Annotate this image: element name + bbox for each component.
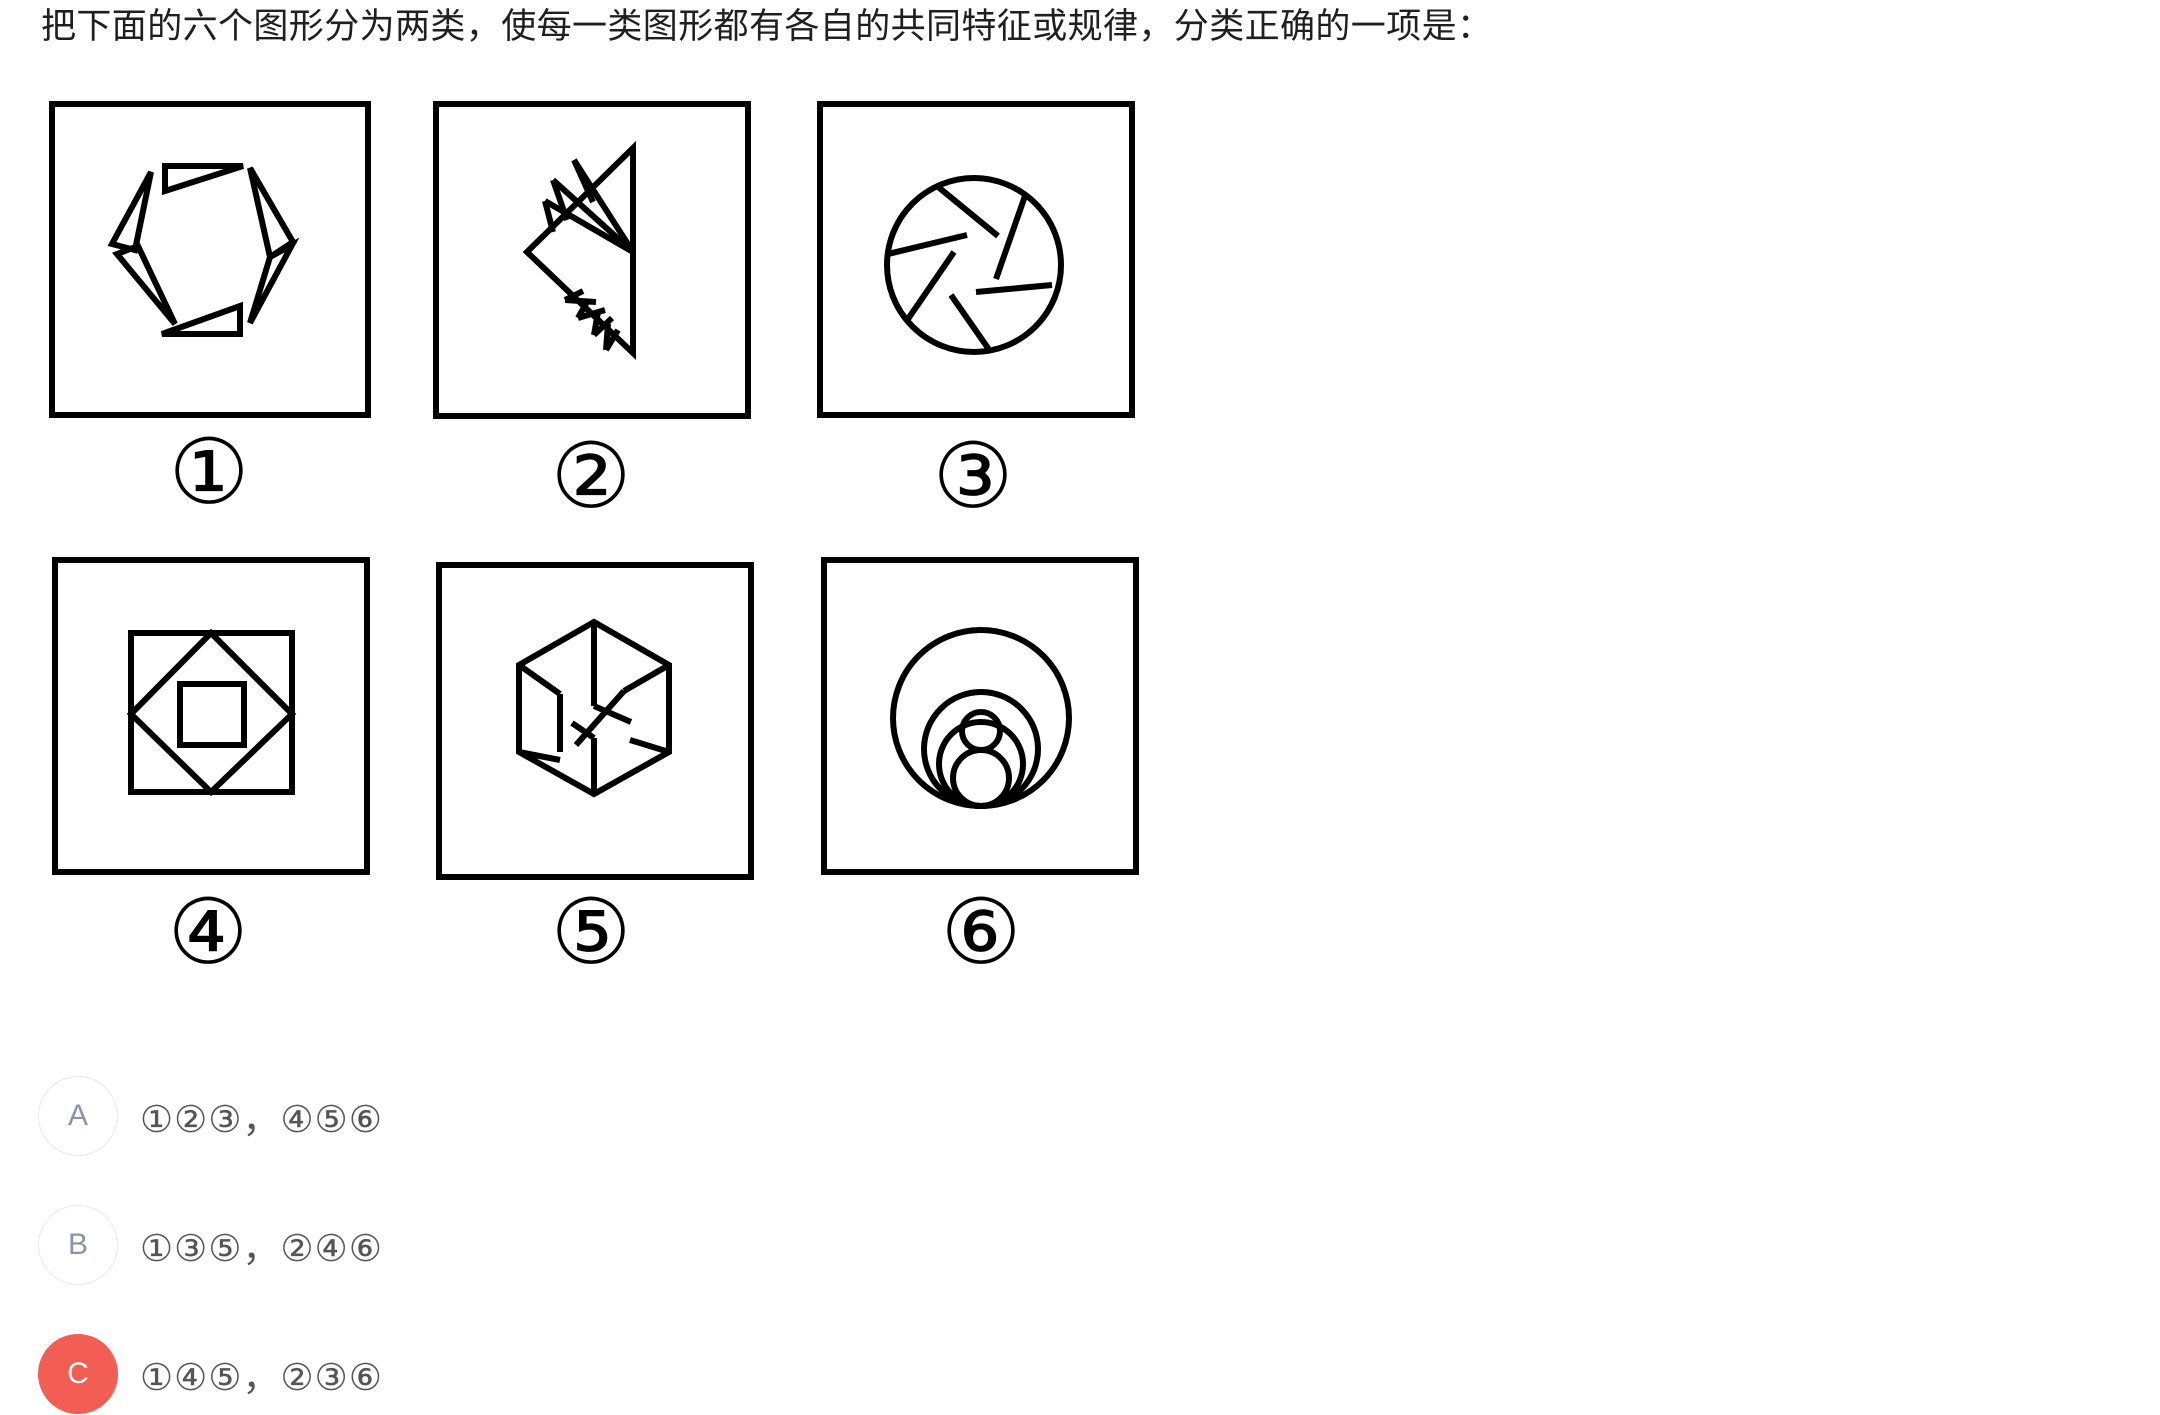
option-b-letter: B: [38, 1205, 118, 1285]
option-a-letter: A: [38, 1076, 118, 1156]
figure-label-6: ⑥: [941, 880, 1022, 985]
figure-panel: ① ② ③ ④ ⑤ ⑥: [49, 101, 1139, 985]
option-c[interactable]: C ①④⑤，②③⑥: [38, 1333, 738, 1415]
figure-label-1: ①: [169, 420, 250, 525]
option-a[interactable]: A ①②③，④⑤⑥: [38, 1075, 738, 1157]
option-b[interactable]: B ①③⑤，②④⑥: [38, 1204, 738, 1286]
figure-label-5: ⑤: [551, 880, 632, 985]
figure-2: [433, 101, 751, 419]
figure-6: [821, 557, 1139, 875]
option-a-text: ①②③，④⑤⑥: [140, 1098, 384, 1141]
option-b-text: ①③⑤，②④⑥: [140, 1227, 384, 1270]
figure-1: [49, 101, 371, 418]
figure-5: [436, 562, 754, 880]
figure-label-2: ②: [551, 424, 632, 529]
option-c-text: ①④⑤，②③⑥: [140, 1356, 384, 1399]
figure-label-4: ④: [168, 880, 249, 985]
option-c-letter: C: [38, 1334, 118, 1414]
figure-4: [52, 557, 370, 875]
figure-3: [817, 101, 1135, 418]
figure-label-3: ③: [933, 424, 1014, 529]
